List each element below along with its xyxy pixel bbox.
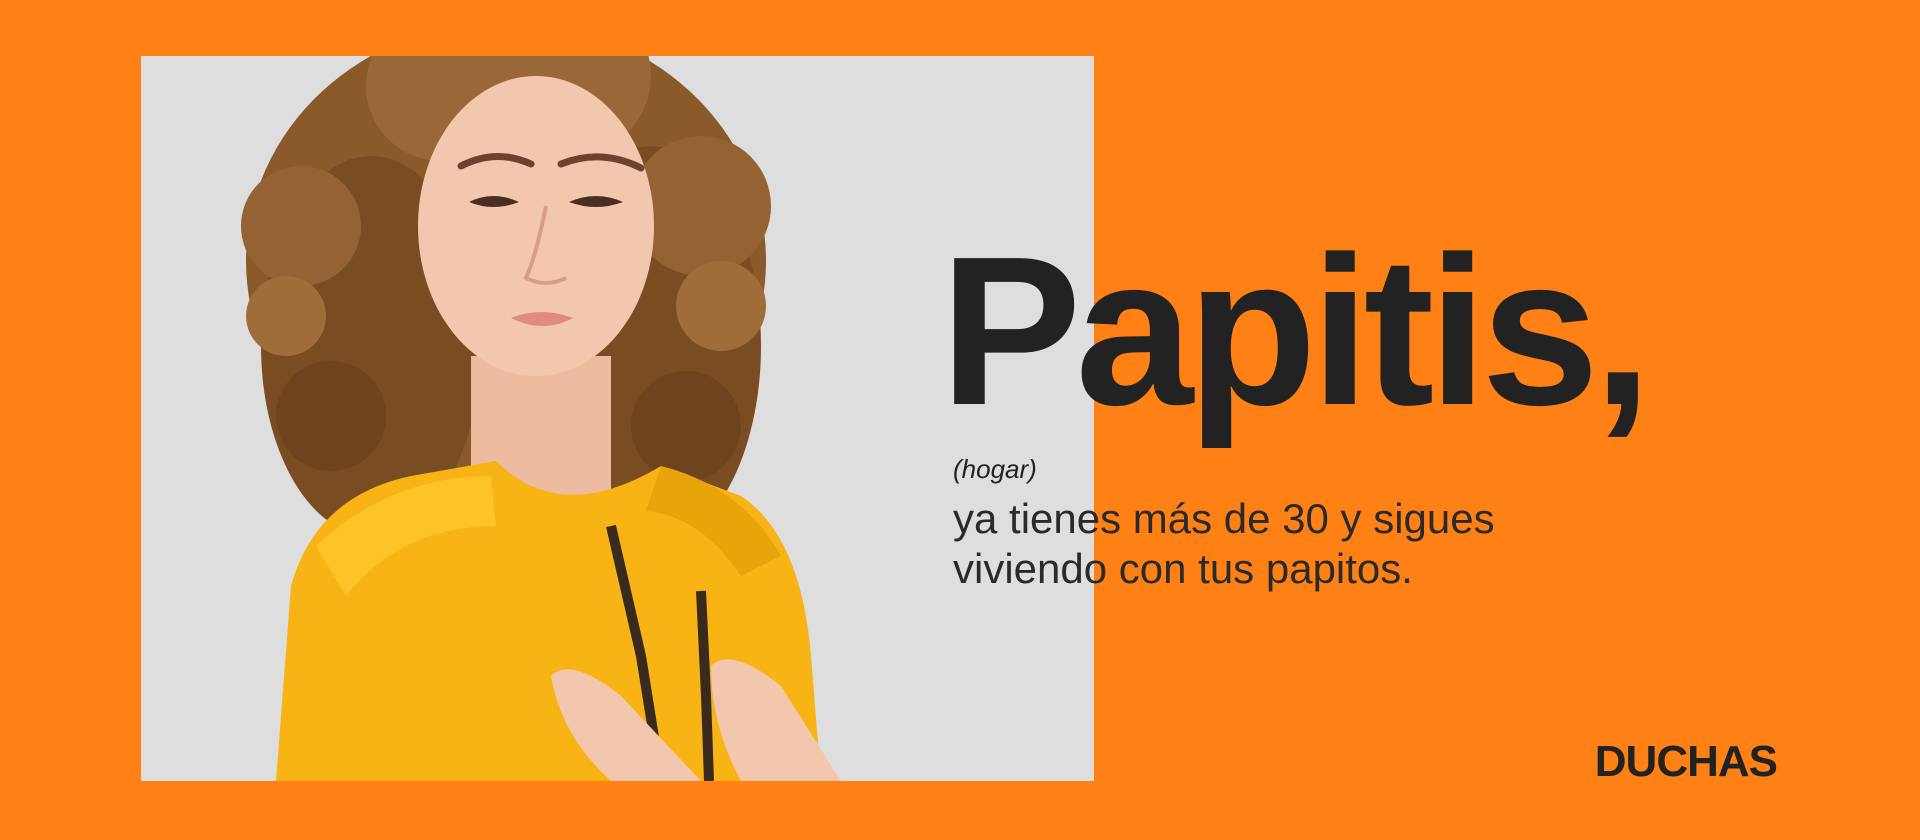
word-category: (hogar): [953, 454, 1037, 484]
definition-line: viviendo con tus papitos.: [953, 545, 1413, 592]
headline: Papitis,: [940, 212, 1652, 449]
face: [418, 76, 654, 376]
brand-logo: DUCHAS: [1594, 737, 1778, 786]
definition-line: ya tienes más de 30 y sigues: [953, 495, 1495, 542]
definition-text: ya tienes más de 30 y sigues viviendo co…: [953, 494, 1653, 594]
